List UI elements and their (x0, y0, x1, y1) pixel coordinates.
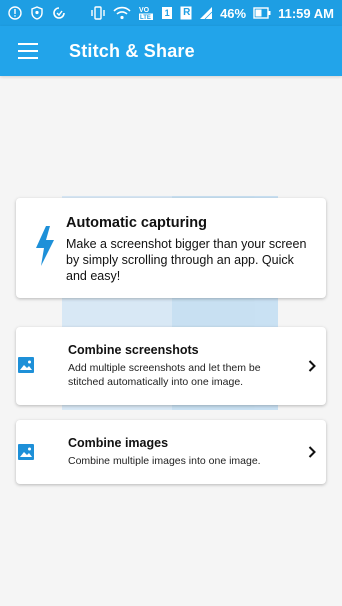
svg-text:VO: VO (139, 7, 150, 14)
shield-icon (31, 6, 43, 20)
battery-icon (253, 7, 271, 19)
combine-images-card[interactable]: Combine images Combine multiple images i… (16, 420, 326, 484)
automatic-capturing-title: Automatic capturing (66, 215, 207, 231)
combine-images-title: Combine images (68, 436, 169, 450)
automatic-capturing-description: Make a screenshot bigger than your scree… (66, 237, 307, 283)
image-icon (18, 357, 34, 373)
chevron-right-icon (308, 360, 316, 372)
status-left-icons (8, 6, 66, 20)
clock: 11:59 AM (278, 5, 334, 21)
status-right-icons: VO LTE 1 R 46% 11:59 AM (90, 5, 334, 21)
wifi-icon (113, 6, 131, 20)
combine-screenshots-description: Add multiple screenshots and let them be… (68, 362, 261, 388)
svg-text:LTE: LTE (140, 15, 151, 21)
volte-icon: VO LTE (138, 5, 154, 21)
alert-icon (8, 6, 22, 20)
sim-badge: 1 (164, 8, 170, 18)
hamburger-menu-icon[interactable] (18, 43, 38, 59)
status-bar: VO LTE 1 R 46% 11:59 AM (0, 0, 342, 26)
lightning-bolt-icon (36, 226, 54, 266)
image-icon (18, 444, 34, 460)
combine-images-description: Combine multiple images into one image. (68, 455, 261, 467)
combine-screenshots-card[interactable]: Combine screenshots Add multiple screens… (16, 327, 326, 405)
roaming-icon: R (180, 6, 192, 20)
app-title: Stitch & Share (69, 40, 195, 61)
roaming-badge: R (183, 7, 191, 18)
chevron-right-icon (308, 446, 316, 458)
signal-icon (199, 6, 213, 20)
app-bar: Stitch & Share (0, 26, 342, 76)
sim-icon: 1 (161, 6, 173, 20)
battery-percent: 46% (220, 5, 247, 21)
automatic-capturing-card[interactable]: Automatic capturing Make a screenshot bi… (16, 198, 326, 298)
data-saver-icon (52, 6, 66, 20)
vibrate-icon (90, 6, 106, 20)
combine-screenshots-title: Combine screenshots (68, 343, 199, 357)
